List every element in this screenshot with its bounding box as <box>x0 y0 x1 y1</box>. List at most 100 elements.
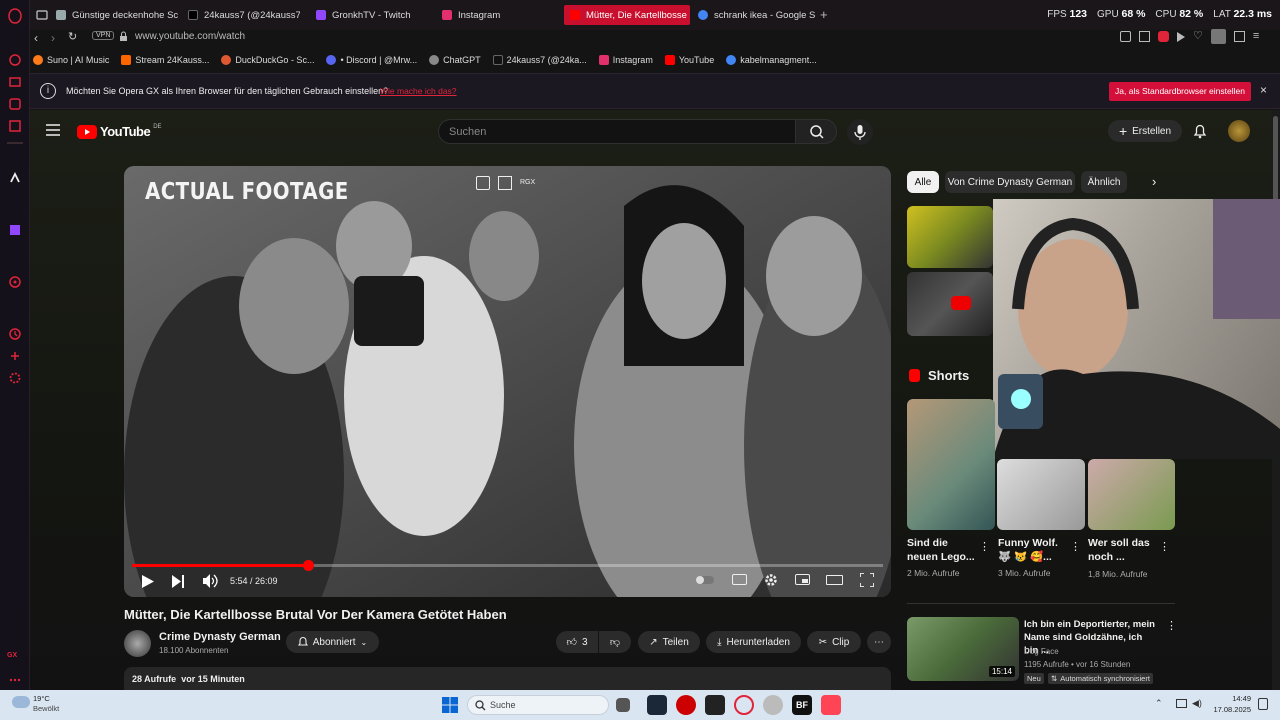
gx-icon[interactable]: GX <box>7 652 23 668</box>
play-circle-icon[interactable] <box>7 274 23 290</box>
url-field[interactable]: www.youtube.com/watch <box>135 31 245 42</box>
miniplayer-icon[interactable] <box>795 574 810 585</box>
description-box[interactable]: 28 Aufrufe vor 15 Minuten <box>124 667 891 690</box>
short-thumbnail-2[interactable] <box>997 459 1085 530</box>
short-thumbnail-1[interactable] <box>907 399 995 530</box>
bookmark-suno[interactable]: Suno | AI Music <box>33 55 109 65</box>
player-icon[interactable] <box>7 96 23 112</box>
set-default-button[interactable]: Ja, als Standardbrowser einstellen <box>1109 82 1251 101</box>
tray-network-icon[interactable] <box>1176 699 1187 708</box>
mail-icon[interactable] <box>7 118 23 134</box>
play-button[interactable] <box>142 575 154 588</box>
snapshot-icon[interactable] <box>1139 31 1150 42</box>
video-thumbnail-1[interactable] <box>907 206 993 268</box>
youtube-logo[interactable]: YouTube DE <box>77 124 162 139</box>
workspaces-icon[interactable] <box>36 9 48 21</box>
short-2-title[interactable]: Funny Wolf. 🐺 😿 🥰... <box>998 536 1058 564</box>
twitch-icon[interactable] <box>7 222 23 238</box>
gx-corner-icon[interactable] <box>7 52 23 68</box>
short-thumbnail-3[interactable] <box>1088 459 1175 530</box>
close-banner-icon[interactable]: × <box>1260 83 1267 97</box>
next-button[interactable] <box>172 575 184 588</box>
weather-temp[interactable]: 19°C <box>33 694 50 703</box>
dislike-button[interactable]: 👎︎ <box>599 631 631 653</box>
bookmark-discord[interactable]: • Discord | @Mrw... <box>326 55 417 65</box>
video-thumbnail-2[interactable] <box>907 272 993 336</box>
app-fan-icon[interactable] <box>763 695 783 715</box>
notifications-bell-icon[interactable] <box>1193 123 1207 139</box>
search-button[interactable] <box>795 119 837 144</box>
download-button[interactable]: ⤓ Herunterladen <box>706 631 801 653</box>
recommended-more-icon[interactable]: ⋮ <box>1166 619 1177 632</box>
app-red-icon[interactable] <box>676 695 696 715</box>
chip-channel[interactable]: Von Crime Dynasty German <box>945 171 1075 193</box>
autoplay-toggle[interactable] <box>696 576 714 584</box>
short-3-more-icon[interactable]: ⋮ <box>1159 540 1170 553</box>
vpn-badge[interactable]: VPN <box>92 31 115 40</box>
video-player[interactable]: ACTUAL FOOTAGE RGX 5:54 / 26:09 <box>124 166 891 597</box>
opera-gx-icon[interactable] <box>734 695 754 715</box>
share-button[interactable]: ↗ Teilen <box>638 631 700 653</box>
short-3-title[interactable]: Wer soll das noch ... <box>1088 536 1150 564</box>
more-actions-button[interactable]: ⋯ <box>867 631 891 653</box>
heart-icon[interactable]: ♡ <box>1193 31 1203 44</box>
search-input[interactable]: Suchen <box>438 119 796 144</box>
bookmark-kabelmanagement[interactable]: kabelmanagment... <box>726 55 817 65</box>
cart-icon[interactable] <box>7 74 23 90</box>
rgx-icon[interactable]: RGX <box>520 176 540 190</box>
tab-0[interactable]: Günstige deckenhohe Sch <box>50 5 178 25</box>
settings-gear-icon[interactable] <box>764 573 778 587</box>
more-icon[interactable] <box>7 672 23 688</box>
voice-search-button[interactable] <box>847 119 873 145</box>
bf-app-icon[interactable]: BF <box>792 695 812 715</box>
recommended-thumbnail[interactable]: 15:14 <box>907 617 1019 681</box>
theater-mode-icon[interactable] <box>826 575 843 585</box>
opera-logo-icon[interactable] <box>7 8 23 24</box>
subscribed-button[interactable]: Abonniert ⌄ <box>286 631 379 653</box>
channel-name[interactable]: Crime Dynasty German <box>159 631 281 643</box>
tiktok-icon[interactable] <box>7 170 23 186</box>
chips-next-icon[interactable]: › <box>1152 174 1156 189</box>
steam-icon[interactable] <box>647 695 667 715</box>
bookmark-chatgpt[interactable]: ChatGPT <box>429 55 481 65</box>
hamburger-menu-icon[interactable] <box>46 124 60 136</box>
app-dark-icon[interactable] <box>705 695 725 715</box>
taskbar-search-input[interactable]: Suche <box>467 695 609 715</box>
menu-icon[interactable]: ≡ <box>1253 31 1259 44</box>
download-icon[interactable] <box>1233 31 1245 42</box>
pin-icon[interactable] <box>1120 31 1131 42</box>
bookmark-stream[interactable]: Stream 24Kauss... <box>121 55 209 65</box>
new-tab-icon[interactable]: + <box>820 7 828 22</box>
play-icon[interactable] <box>1177 32 1185 42</box>
user-avatar[interactable] <box>1228 120 1250 142</box>
windows-start-icon[interactable] <box>440 695 460 715</box>
channel-avatar[interactable] <box>124 630 151 657</box>
extensions-icon[interactable] <box>7 348 23 364</box>
tray-volume-icon[interactable]: ◀) <box>1192 698 1202 709</box>
cloud-icon[interactable] <box>12 696 30 708</box>
notifications-icon[interactable] <box>1258 698 1268 710</box>
short-1-title[interactable]: Sind die neuen Lego... <box>907 536 975 564</box>
reload-icon[interactable]: ↻ <box>68 30 77 43</box>
clock-time[interactable]: 14:49 <box>1215 694 1251 703</box>
popout-icon[interactable] <box>498 176 512 190</box>
short-1-more-icon[interactable]: ⋮ <box>979 540 990 553</box>
chip-all[interactable]: Alle <box>907 171 939 193</box>
tab-4-active[interactable]: Mütter, Die Kartellbosse B <box>564 5 690 25</box>
bookmark-instagram[interactable]: Instagram <box>598 55 653 65</box>
tab-2[interactable]: GronkhTV - Twitch <box>310 5 430 25</box>
tab-5[interactable]: schrank ikea - Google Su <box>692 5 816 25</box>
recommended-channel[interactable]: Dog Face <box>1024 647 1059 656</box>
banner-link[interactable]: Wie mache ich das? <box>380 86 457 96</box>
tab-1[interactable]: 24kauss7 (@24kauss7) | <box>182 5 300 25</box>
short-2-more-icon[interactable]: ⋮ <box>1070 540 1081 553</box>
forward-icon[interactable]: › <box>51 31 55 45</box>
chip-similar[interactable]: Ähnlich <box>1081 171 1127 193</box>
shield-icon[interactable] <box>1158 31 1169 42</box>
settings-icon[interactable] <box>7 370 23 386</box>
bookmark-duckduckgo[interactable]: DuckDuckGo - Sc... <box>221 55 314 65</box>
back-icon[interactable]: ‹ <box>34 31 38 45</box>
clip-button[interactable]: ✂ Clip <box>807 631 861 653</box>
like-button[interactable]: 👍︎ 3 <box>556 631 598 653</box>
subtitles-icon[interactable] <box>732 574 747 585</box>
